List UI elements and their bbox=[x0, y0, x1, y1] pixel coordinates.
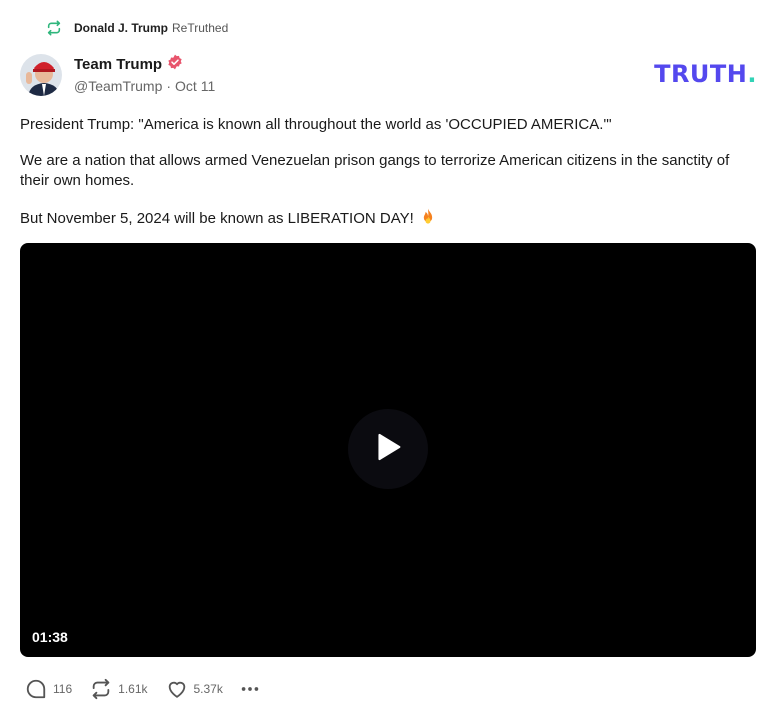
like-count: 5.37k bbox=[193, 682, 223, 696]
author-name-row: Team Trump bbox=[74, 54, 183, 75]
heart-icon bbox=[166, 678, 188, 700]
retruth-icon bbox=[46, 20, 62, 36]
retruth-button[interactable]: 1.61k bbox=[90, 678, 148, 700]
more-icon bbox=[239, 678, 261, 700]
author-handle[interactable]: @TeamTrump bbox=[74, 78, 162, 94]
reply-button[interactable]: 116 bbox=[25, 678, 72, 700]
author-name[interactable]: Team Trump bbox=[74, 56, 162, 73]
post-paragraph-text: But November 5, 2024 will be known as LI… bbox=[20, 210, 414, 227]
reply-icon bbox=[25, 678, 47, 700]
like-button[interactable]: 5.37k bbox=[166, 678, 223, 700]
post-paragraph: President Trump: "America is known all t… bbox=[20, 116, 612, 133]
play-icon bbox=[371, 430, 405, 469]
meta-separator: · bbox=[166, 78, 172, 94]
more-options-button[interactable] bbox=[239, 678, 261, 700]
post-body: President Trump: "America is known all t… bbox=[20, 115, 740, 249]
post-paragraph: We are a nation that allows armed Venezu… bbox=[20, 152, 730, 189]
truth-logo[interactable]: TRUTH. bbox=[654, 60, 757, 88]
post-actions: 116 1.61k 5.37k bbox=[25, 678, 279, 700]
video-duration: 01:38 bbox=[32, 629, 68, 645]
retruth-user-link[interactable]: Donald J. Trump bbox=[74, 21, 168, 35]
retruth-label: ReTruthed bbox=[172, 21, 229, 35]
truth-logo-dot: . bbox=[747, 60, 757, 88]
retruth-action-icon bbox=[90, 678, 112, 700]
truth-logo-text: TRUTH bbox=[654, 60, 748, 88]
video-player[interactable]: 01:38 bbox=[20, 243, 756, 657]
avatar[interactable] bbox=[20, 54, 62, 96]
retruth-count: 1.61k bbox=[118, 682, 148, 696]
retruth-header: Donald J. Trump ReTruthed bbox=[46, 19, 228, 37]
fire-icon bbox=[418, 207, 438, 233]
reply-count: 116 bbox=[53, 682, 73, 696]
verified-badge-icon bbox=[167, 54, 183, 75]
author-meta: @TeamTrump · Oct 11 bbox=[74, 78, 215, 94]
post-paragraph-last: But November 5, 2024 will be known as LI… bbox=[20, 207, 740, 233]
play-button[interactable] bbox=[348, 409, 428, 489]
post-date[interactable]: Oct 11 bbox=[175, 78, 215, 94]
